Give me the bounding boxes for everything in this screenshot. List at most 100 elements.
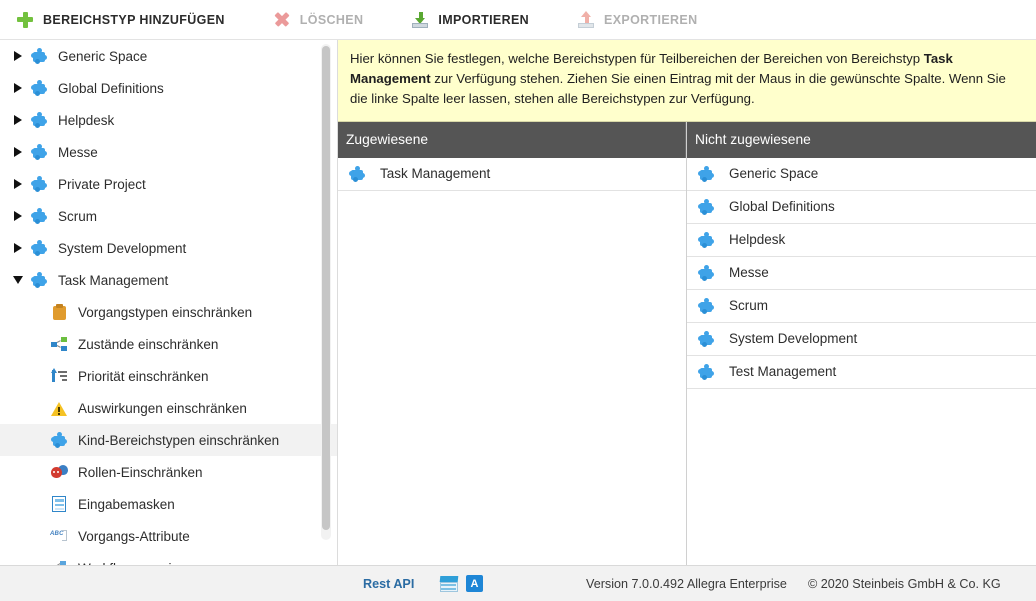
- export-icon: [577, 11, 595, 29]
- rest-api-link[interactable]: Rest API: [363, 577, 414, 591]
- chevron-right-icon[interactable]: [8, 115, 28, 125]
- unassigned-column-header: Nicht zugewiesene: [687, 122, 1036, 158]
- delete-x-icon: [273, 11, 291, 29]
- list-item[interactable]: Test Management: [687, 356, 1036, 389]
- puzzle-icon: [31, 80, 47, 96]
- tree-row[interactable]: System Development: [0, 232, 337, 264]
- list-item[interactable]: Scrum: [687, 290, 1036, 323]
- list-item[interactable]: Generic Space: [687, 158, 1036, 191]
- puzzle-icon: [698, 364, 714, 380]
- tree-row-label: Eingabemasken: [70, 497, 175, 512]
- sidebar-scrollbar[interactable]: [321, 44, 331, 540]
- list-item-label: Global Definitions: [717, 199, 835, 214]
- chevron-right-icon[interactable]: [8, 83, 28, 93]
- tree-row[interactable]: Scrum: [0, 200, 337, 232]
- puzzle-icon: [31, 144, 47, 160]
- tree-row-icon-slot: [28, 80, 50, 96]
- tree-row-label: Messe: [50, 145, 98, 160]
- tree-row[interactable]: Helpdesk: [0, 104, 337, 136]
- list-item-label: Scrum: [717, 298, 768, 313]
- tree-row[interactable]: Auswirkungen einschränken: [0, 392, 337, 424]
- tree-row-label: Generic Space: [50, 49, 147, 64]
- puzzle-icon: [698, 199, 714, 215]
- export-button[interactable]: Exportieren: [577, 5, 709, 35]
- tree-row[interactable]: Private Project: [0, 168, 337, 200]
- tree-row[interactable]: Vorgangstypen einschränken: [0, 296, 337, 328]
- tree-row-icon-slot: [48, 304, 70, 320]
- info-banner-text-2: zur Verfügung stehen. Ziehen Sie einen E…: [350, 71, 1006, 106]
- tree-row-icon-slot: [28, 272, 50, 288]
- tree-row-icon-slot: [28, 176, 50, 192]
- tree-row-label: Private Project: [50, 177, 146, 192]
- tree-row[interactable]: Rollen-Einschränken: [0, 456, 337, 488]
- tree-row-label: System Development: [50, 241, 186, 256]
- tree-row-label: Vorgangstypen einschränken: [70, 305, 252, 320]
- puzzle-icon: [31, 272, 47, 288]
- tree-row-label: Scrum: [50, 209, 97, 224]
- assigned-list[interactable]: Task Management: [338, 158, 686, 565]
- help-a-icon[interactable]: A: [466, 575, 483, 592]
- tree-row-label: Auswirkungen einschränken: [70, 401, 247, 416]
- tree-row-label: Helpdesk: [50, 113, 114, 128]
- plus-icon: [16, 11, 34, 29]
- chevron-right-icon[interactable]: [8, 147, 28, 157]
- add-area-type-button[interactable]: Bereichstyp hinzufügen: [16, 5, 237, 35]
- list-item-icon-slot: [695, 166, 717, 182]
- assigned-column: Zugewiesene Task Management: [338, 122, 687, 565]
- list-item-icon-slot: [695, 265, 717, 281]
- info-banner: Hier können Sie festlegen, welche Bereic…: [338, 40, 1036, 122]
- list-item-icon-slot: [695, 232, 717, 248]
- video-tutorial-icon[interactable]: [440, 576, 458, 592]
- tree-row-label: Kind-Bereichstypen einschränken: [70, 433, 279, 448]
- tree-row[interactable]: Task Management: [0, 264, 337, 296]
- list-item-label: Generic Space: [717, 166, 818, 181]
- tree-row[interactable]: Generic Space: [0, 40, 337, 72]
- sidebar-scrollbar-thumb[interactable]: [322, 46, 330, 530]
- warning-icon: [51, 401, 68, 416]
- tree-row-icon-slot: [48, 368, 70, 384]
- list-item-label: Messe: [717, 265, 769, 280]
- delete-button[interactable]: Löschen: [273, 5, 376, 35]
- state-icon: [51, 337, 67, 351]
- tree-row-label: Global Definitions: [50, 81, 164, 96]
- unassigned-list[interactable]: Generic Space Global Definitions Helpdesk M…: [687, 158, 1036, 565]
- tree-row-icon-slot: [28, 112, 50, 128]
- tree-row[interactable]: Eingabemasken: [0, 488, 337, 520]
- list-item[interactable]: Task Management: [338, 158, 686, 191]
- tree-row[interactable]: Priorität einschränken: [0, 360, 337, 392]
- chevron-right-icon[interactable]: [8, 243, 28, 253]
- app-window: Bereichstyp hinzufügen Löschen Importier…: [0, 0, 1036, 601]
- list-item-icon-slot: [695, 298, 717, 314]
- tree-row-icon-slot: [48, 496, 70, 512]
- chevron-right-icon[interactable]: [8, 179, 28, 189]
- tree-row[interactable]: Workflow zuweisen: [0, 552, 337, 565]
- tree-row[interactable]: Messe: [0, 136, 337, 168]
- puzzle-icon: [31, 176, 47, 192]
- import-button[interactable]: Importieren: [411, 5, 541, 35]
- tree-row[interactable]: Zustände einschränken: [0, 328, 337, 360]
- tree-row[interactable]: ABCVorgangs-Attribute: [0, 520, 337, 552]
- tree-row-label: Zustände einschränken: [70, 337, 218, 352]
- unassigned-column: Nicht zugewiesene Generic Space Global De…: [687, 122, 1036, 565]
- abc-field-icon: ABC: [50, 530, 68, 542]
- list-item[interactable]: Global Definitions: [687, 191, 1036, 224]
- list-item-icon-slot: [695, 199, 717, 215]
- masks-icon: [51, 465, 68, 479]
- list-item[interactable]: System Development: [687, 323, 1036, 356]
- tree-row[interactable]: Kind-Bereichstypen einschränken: [0, 424, 337, 456]
- chevron-right-icon[interactable]: [8, 211, 28, 221]
- puzzle-icon: [698, 232, 714, 248]
- assigned-column-header: Zugewiesene: [338, 122, 686, 158]
- info-banner-text-1: Hier können Sie festlegen, welche Bereic…: [350, 51, 924, 66]
- tree-row[interactable]: Global Definitions: [0, 72, 337, 104]
- puzzle-icon: [51, 432, 67, 448]
- list-item[interactable]: Messe: [687, 257, 1036, 290]
- chevron-right-icon[interactable]: [8, 51, 28, 61]
- chevron-down-icon[interactable]: [8, 276, 28, 284]
- assignment-columns: Zugewiesene Task Management Nicht zugewi…: [338, 122, 1036, 565]
- version-text: Version 7.0.0.492 Allegra Enterprise: [586, 577, 787, 591]
- tree-row-icon-slot: [48, 432, 70, 448]
- area-type-tree: Generic Space Global Definitions Helpdesk M…: [0, 40, 337, 565]
- status-footer: Rest API A Version 7.0.0.492 Allegra Ent…: [0, 565, 1036, 601]
- list-item[interactable]: Helpdesk: [687, 224, 1036, 257]
